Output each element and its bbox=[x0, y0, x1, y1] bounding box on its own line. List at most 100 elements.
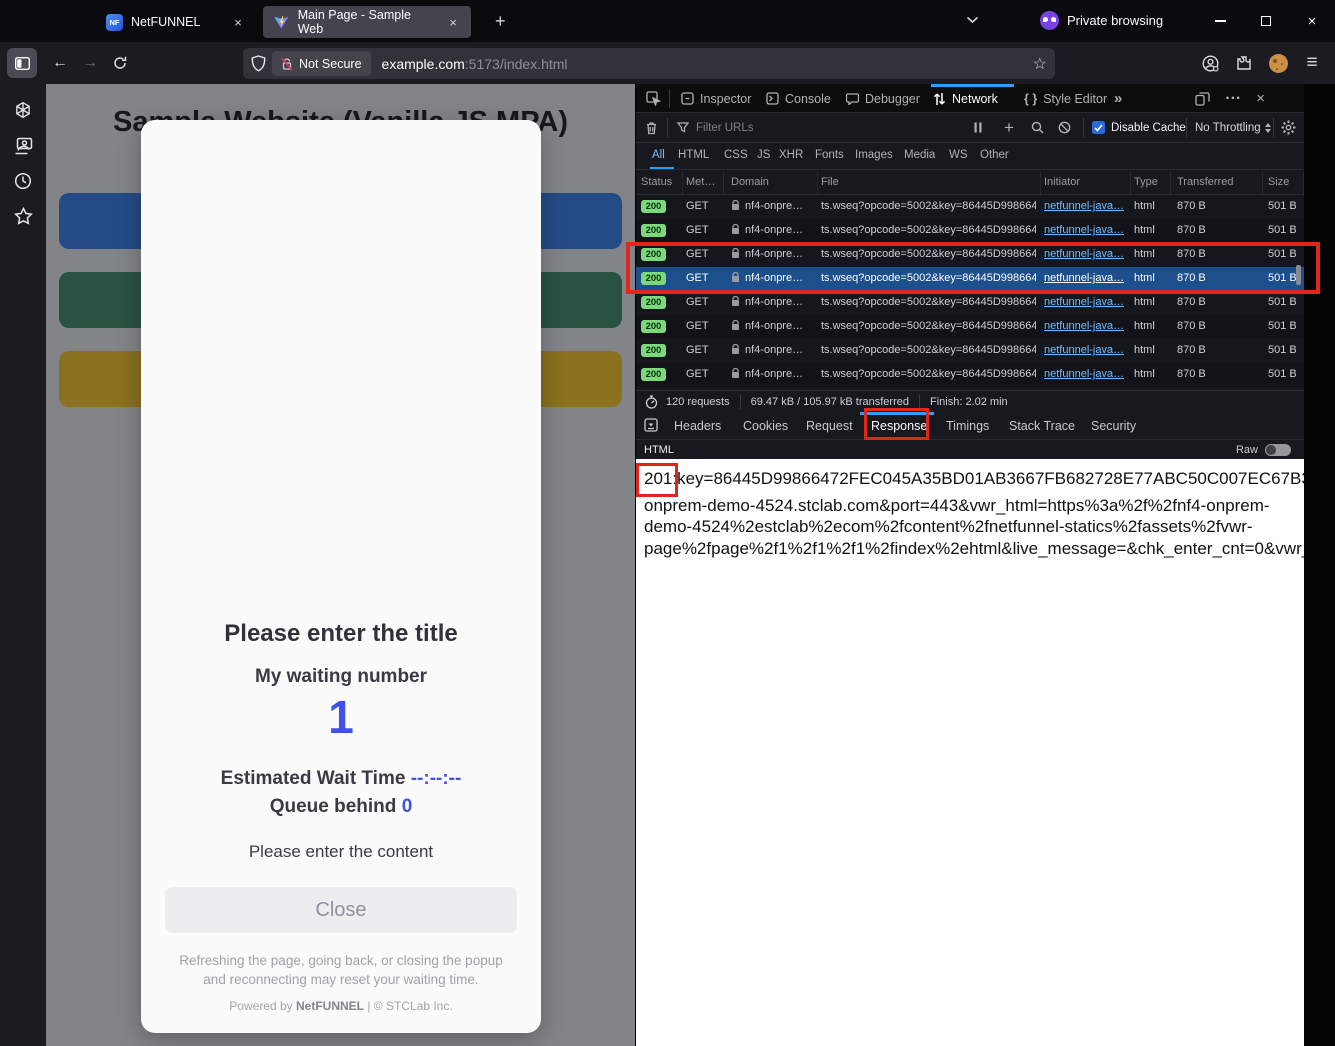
chatgpt-icon[interactable] bbox=[11, 98, 35, 122]
initiator-link[interactable]: netfunnel-java… bbox=[1044, 224, 1124, 236]
detail-tab-cookies[interactable]: Cookies bbox=[743, 419, 788, 433]
initiator-link[interactable]: netfunnel-java… bbox=[1044, 344, 1124, 356]
pick-element-button[interactable] bbox=[646, 84, 661, 113]
table-row[interactable]: 200 GET nf4-onpre… ts.wseq?opcode=5002&k… bbox=[636, 339, 1305, 363]
type-filter-all[interactable]: All bbox=[652, 149, 665, 161]
estimated-wait-time: Estimated Wait Time --:--:-- bbox=[141, 768, 541, 790]
shield-icon[interactable] bbox=[251, 55, 266, 72]
pause-traffic-icon[interactable] bbox=[974, 113, 982, 142]
devtools-close-icon[interactable]: × bbox=[1256, 90, 1265, 107]
account-icon[interactable] bbox=[1195, 48, 1225, 78]
type-filter-media[interactable]: Media bbox=[904, 149, 935, 161]
throttling-select[interactable]: No Throttling bbox=[1195, 113, 1271, 142]
detail-panel-toggle-icon[interactable] bbox=[644, 418, 658, 432]
tab-close-icon[interactable]: × bbox=[445, 15, 461, 30]
devtools-menu-icon[interactable]: ··· bbox=[1225, 90, 1241, 108]
bookmark-star-icon[interactable]: ☆ bbox=[1033, 54, 1047, 74]
url-bar[interactable]: Not Secure example.com:5173/index.html ☆ bbox=[243, 48, 1055, 79]
more-tools-chevron[interactable]: » bbox=[1114, 84, 1122, 113]
initiator-link[interactable]: netfunnel-java… bbox=[1044, 296, 1124, 308]
type-filter-fonts[interactable]: Fonts bbox=[815, 149, 844, 161]
workspace-icon[interactable] bbox=[11, 134, 35, 158]
initiator-link[interactable]: netfunnel-java… bbox=[1044, 200, 1124, 212]
browser-window: NF NetFUNNEL × Main Page - Sample Web × … bbox=[0, 0, 1335, 1046]
table-row[interactable]: 200 GET nf4-onpre… ts.wseq?opcode=5002&k… bbox=[636, 315, 1305, 339]
response-line: page%2fpage%2f1%2f1%2f1%2findex%2ehtml&l… bbox=[644, 538, 1305, 560]
method-cell: GET bbox=[686, 224, 709, 236]
tab-style-editor[interactable]: { } Style Editor bbox=[1024, 84, 1107, 113]
request-type-filterbar: All HTML CSS JS XHR Fonts Images Media W… bbox=[636, 144, 1305, 170]
tab-netfunnel[interactable]: NF NetFUNNEL × bbox=[96, 6, 256, 38]
col-status[interactable]: Status bbox=[641, 176, 672, 188]
active-type-underline bbox=[650, 167, 674, 169]
url-text[interactable]: example.com:5173/index.html bbox=[382, 56, 568, 72]
clear-requests-icon[interactable] bbox=[645, 113, 658, 142]
network-settings-gear-icon[interactable] bbox=[1281, 113, 1296, 142]
disable-cache-checkbox[interactable] bbox=[1092, 121, 1105, 134]
col-file[interactable]: File bbox=[821, 176, 839, 188]
col-domain[interactable]: Domain bbox=[731, 176, 769, 188]
history-clock-icon[interactable] bbox=[11, 169, 35, 193]
detail-tab-timings[interactable]: Timings bbox=[946, 419, 989, 433]
window-close-button[interactable]: × bbox=[1289, 0, 1335, 42]
filter-urls-input[interactable] bbox=[696, 122, 896, 134]
col-size[interactable]: Size bbox=[1268, 176, 1289, 188]
col-transferred[interactable]: Transferred bbox=[1177, 176, 1233, 188]
transferred-cell: 870 B bbox=[1177, 368, 1206, 380]
new-tab-button[interactable]: + bbox=[495, 12, 506, 30]
search-icon[interactable] bbox=[1031, 113, 1044, 142]
table-row[interactable]: 200 GET nf4-onpre… ts.wseq?opcode=5002&k… bbox=[636, 363, 1305, 387]
col-type[interactable]: Type bbox=[1134, 176, 1158, 188]
detail-tab-headers[interactable]: Headers bbox=[674, 419, 721, 433]
tab-title: NetFUNNEL bbox=[131, 15, 200, 29]
security-chip[interactable]: Not Secure bbox=[272, 51, 371, 76]
type-filter-css[interactable]: CSS bbox=[724, 149, 748, 161]
col-initiator[interactable]: Initiator bbox=[1044, 176, 1080, 188]
tab-console[interactable]: Console bbox=[766, 84, 831, 113]
type-filter-xhr[interactable]: XHR bbox=[779, 149, 803, 161]
tab-close-icon[interactable]: × bbox=[230, 15, 246, 30]
bookmarks-star-icon[interactable] bbox=[11, 204, 35, 228]
type-filter-ws[interactable]: WS bbox=[949, 149, 968, 161]
table-row[interactable]: 200 GET nf4-onpre… ts.wseq?opcode=5002&k… bbox=[636, 291, 1305, 315]
response-body[interactable]: 201:key=86445D99866472FEC045A35BD01AB366… bbox=[636, 459, 1305, 1046]
tab-debugger[interactable]: Debugger bbox=[846, 84, 920, 113]
detail-tab-request[interactable]: Request bbox=[806, 419, 853, 433]
extensions-puzzle-icon[interactable] bbox=[1229, 48, 1259, 78]
status-badge: 200 bbox=[641, 224, 666, 237]
popup-title: Please enter the title bbox=[141, 620, 541, 648]
profile-avatar[interactable] bbox=[1263, 48, 1293, 78]
disable-cache-control[interactable]: Disable Cache bbox=[1092, 113, 1186, 142]
initiator-link[interactable]: netfunnel-java… bbox=[1044, 368, 1124, 380]
back-button[interactable]: ← bbox=[45, 48, 75, 78]
block-requests-icon[interactable] bbox=[1058, 113, 1071, 142]
table-row[interactable]: 200 GET nf4-onpre… ts.wseq?opcode=5002&k… bbox=[636, 219, 1305, 243]
tab-network[interactable]: Network bbox=[933, 84, 998, 113]
list-tabs-chevron-icon[interactable] bbox=[966, 16, 979, 24]
type-cell: html bbox=[1134, 344, 1155, 356]
table-row[interactable]: 200 GET nf4-onpre… ts.wseq?opcode=5002&k… bbox=[636, 195, 1305, 219]
annotation-box-selected-row bbox=[626, 242, 1320, 294]
minimize-button[interactable] bbox=[1197, 0, 1243, 42]
close-button[interactable]: Close bbox=[165, 887, 517, 933]
page-viewport: Sample Website (Vanilla JS MPA) Please e… bbox=[46, 84, 635, 1046]
type-filter-images[interactable]: Images bbox=[855, 149, 893, 161]
reload-button[interactable] bbox=[105, 48, 135, 78]
maximize-button[interactable] bbox=[1243, 0, 1289, 42]
type-filter-html[interactable]: HTML bbox=[678, 149, 709, 161]
add-request-icon[interactable]: + bbox=[1004, 113, 1014, 142]
transferred-summary: 69.47 kB / 105.97 kB transferred bbox=[751, 396, 909, 408]
tab-inspector[interactable]: Inspector bbox=[681, 84, 751, 113]
type-filter-js[interactable]: JS bbox=[757, 149, 770, 161]
responsive-design-icon[interactable] bbox=[1195, 92, 1210, 106]
detail-tab-stack-trace[interactable]: Stack Trace bbox=[1009, 419, 1075, 433]
forward-button[interactable]: → bbox=[75, 48, 105, 78]
raw-toggle[interactable] bbox=[1265, 444, 1291, 456]
col-method[interactable]: Met… bbox=[686, 176, 715, 188]
sidebar-toggle-button[interactable] bbox=[7, 48, 37, 78]
tab-main-page[interactable]: Main Page - Sample Web × bbox=[263, 6, 471, 38]
initiator-link[interactable]: netfunnel-java… bbox=[1044, 320, 1124, 332]
type-filter-other[interactable]: Other bbox=[980, 149, 1009, 161]
app-menu-icon[interactable]: ≡ bbox=[1297, 48, 1327, 78]
detail-tab-security[interactable]: Security bbox=[1091, 419, 1136, 433]
